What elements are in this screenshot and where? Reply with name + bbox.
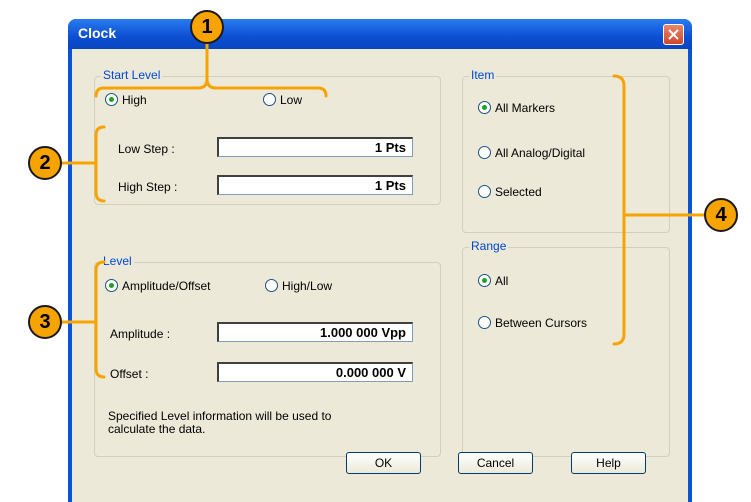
callout-3: 3 [28,305,62,339]
bracket-4 [612,74,626,346]
callout-2: 2 [28,146,62,180]
callout-1: 1 [190,10,224,44]
bracket-1b [205,77,328,98]
callout-brackets [60,42,706,379]
bracket-1 [94,42,209,98]
callout-4: 4 [704,198,738,232]
bracket-2 [94,125,106,203]
bracket-3 [94,260,106,379]
